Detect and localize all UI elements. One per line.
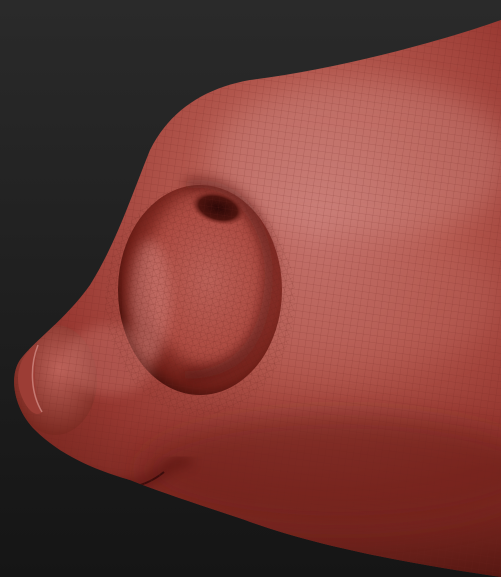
viewport-3d[interactable] — [0, 0, 501, 577]
wireframe-nostril-overlay — [105, 185, 295, 415]
sculpt-render — [0, 0, 501, 577]
